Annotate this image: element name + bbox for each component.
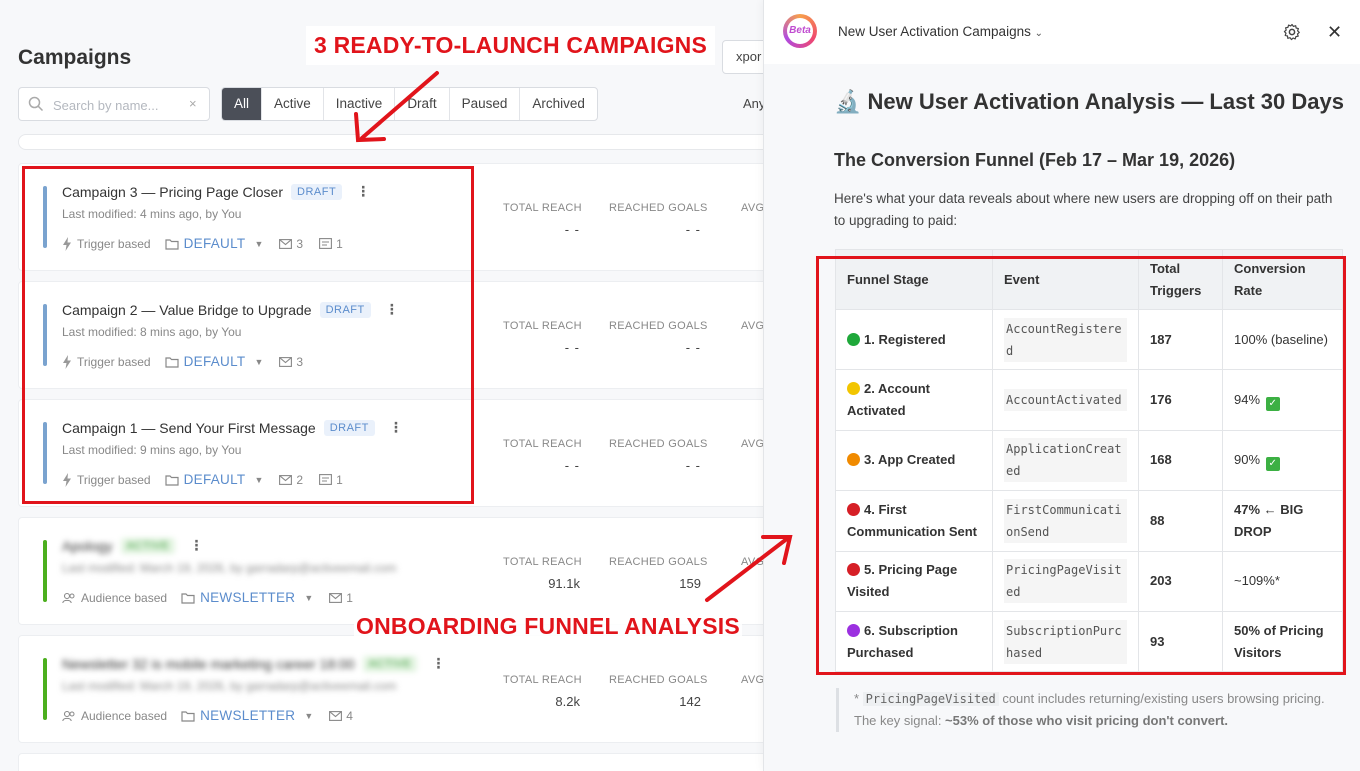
arrow-to-funnel bbox=[705, 536, 790, 602]
arrow-to-campaigns bbox=[360, 71, 439, 140]
annotation-arrows bbox=[354, 71, 793, 602]
annotation-funnel-analysis: ONBOARDING FUNNEL ANALYSIS bbox=[354, 613, 742, 640]
app-root: Campaigns × All Active Inactive Draft Pa… bbox=[0, 0, 1360, 771]
